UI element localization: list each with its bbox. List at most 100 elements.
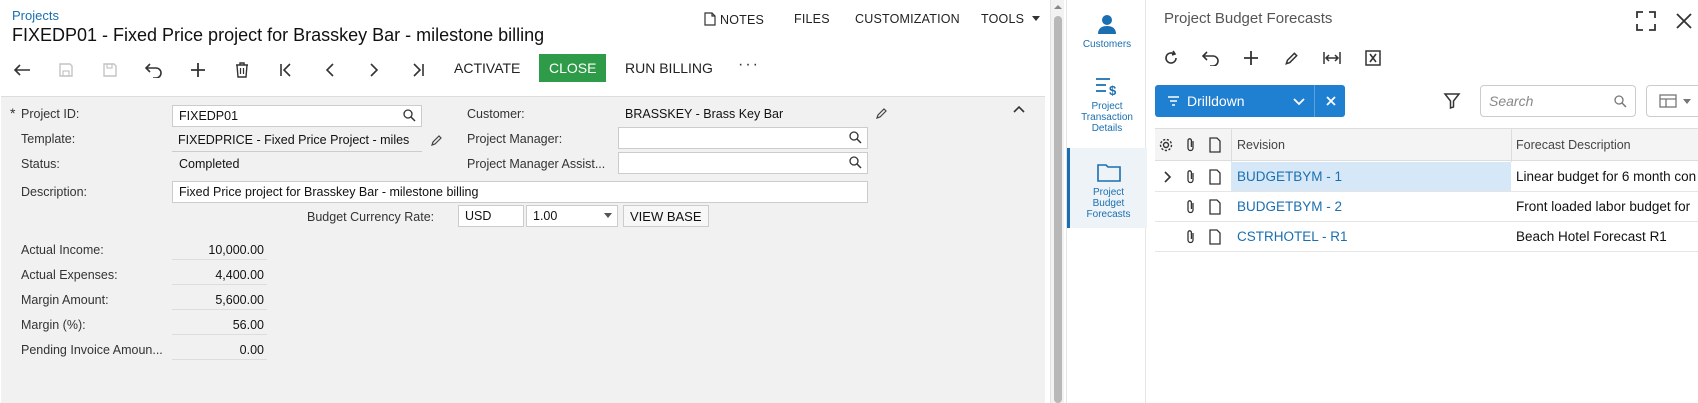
template-label: Template: <box>21 132 76 146</box>
project-id-field[interactable]: FIXEDP01 <box>172 105 422 127</box>
view-base-button[interactable]: VIEW BASE <box>623 205 709 227</box>
budget-forecasts-panel: Project Budget Forecasts Drilldown Searc… <box>1147 0 1698 403</box>
status-label: Status: <box>21 157 60 171</box>
gear-icon[interactable] <box>1158 137 1174 153</box>
close-project-button[interactable]: CLOSE <box>539 54 607 82</box>
side-edit-button[interactable] <box>1279 46 1303 70</box>
first-record-button[interactable] <box>274 58 298 82</box>
run-billing-button[interactable]: RUN BILLING <box>625 60 713 76</box>
paperclip-icon[interactable] <box>1183 199 1199 215</box>
rail-transaction-details[interactable]: $ Project Transaction Details <box>1067 76 1147 136</box>
paperclip-icon[interactable] <box>1183 169 1199 185</box>
grid-col-forecast-description[interactable]: Forecast Description <box>1516 138 1631 152</box>
note-icon[interactable] <box>1207 199 1223 215</box>
edit-pencil-icon <box>1284 51 1298 65</box>
table-row[interactable]: CSTRHOTEL - R1 Beach Hotel Forecast R1 <box>1155 222 1698 252</box>
previous-record-button[interactable] <box>318 58 342 82</box>
fit-columns-button[interactable] <box>1320 46 1344 70</box>
last-record-button[interactable] <box>406 58 430 82</box>
save-button[interactable] <box>98 58 122 82</box>
scroll-up-arrow-icon[interactable] <box>1053 2 1063 12</box>
column-layout-button[interactable] <box>1646 85 1698 117</box>
project-manager-assistant-field[interactable] <box>618 152 868 174</box>
customization-button[interactable]: CUSTOMIZATION <box>855 12 960 26</box>
files-button[interactable]: FILES <box>794 12 830 26</box>
undo-button[interactable] <box>142 58 166 82</box>
delete-button[interactable] <box>230 58 254 82</box>
chevron-up-icon[interactable] <box>1011 101 1027 117</box>
page-title: FIXEDP01 - Fixed Price project for Brass… <box>12 25 545 45</box>
description-label: Description: <box>21 185 87 199</box>
drilldown-separator <box>1314 85 1315 117</box>
pending-invoice-value: 0.00 <box>239 343 264 357</box>
rail-budget-line-1: Project <box>1092 187 1125 198</box>
grid-col-revision[interactable]: Revision <box>1237 138 1285 152</box>
search-icon[interactable] <box>403 109 416 122</box>
revision-link[interactable]: BUDGETBYM - 1 <box>1237 169 1342 184</box>
caret-down-icon <box>1031 16 1040 21</box>
side-undo-button[interactable] <box>1199 46 1223 70</box>
activate-button[interactable]: ACTIVATE <box>454 60 520 76</box>
search-input[interactable] <box>1489 93 1609 109</box>
paperclip-icon[interactable] <box>1183 229 1199 245</box>
actual-expenses-label: Actual Expenses: <box>21 268 118 282</box>
rail-customers[interactable]: Customers <box>1067 14 1147 54</box>
template-field[interactable]: FIXEDPRICE - Fixed Price Project - miles <box>172 130 422 152</box>
project-form-area: Projects FIXEDP01 - Fixed Price project … <box>0 0 1048 403</box>
save-close-button[interactable] <box>54 58 78 82</box>
refresh-button[interactable] <box>1159 46 1183 70</box>
main-toolbar: ACTIVATE CLOSE RUN BILLING ··· <box>0 52 1048 86</box>
search-box[interactable] <box>1480 85 1636 117</box>
rate-field[interactable]: 1.00 <box>526 205 618 227</box>
table-row[interactable]: BUDGETBYM - 1 Linear budget for 6 month … <box>1155 162 1698 192</box>
table-row[interactable]: BUDGETBYM - 2 Front loaded labor budget … <box>1155 192 1698 222</box>
table-columns-icon <box>1659 94 1677 108</box>
revision-link[interactable]: BUDGETBYM - 2 <box>1237 199 1342 214</box>
last-icon <box>413 63 424 77</box>
close-icon[interactable] <box>1673 10 1695 32</box>
edit-pencil-icon[interactable] <box>875 107 888 120</box>
template-value: FIXEDPRICE - Fixed Price Project - miles <box>178 133 410 147</box>
search-icon[interactable] <box>849 156 862 169</box>
scrollbar-thumb[interactable] <box>1054 16 1062 403</box>
side-add-button[interactable] <box>1239 46 1263 70</box>
forecast-description: Beach Hotel Forecast R1 <box>1516 229 1667 244</box>
chevron-right-icon[interactable] <box>1159 169 1175 185</box>
drilldown-label: Drilldown <box>1187 93 1245 109</box>
notes-button[interactable]: NOTES <box>704 12 764 27</box>
next-record-button[interactable] <box>362 58 386 82</box>
search-icon[interactable] <box>849 131 862 144</box>
notes-label: NOTES <box>720 13 765 27</box>
save-close-icon <box>59 63 73 77</box>
rail-budget-forecasts[interactable]: Project Budget Forecasts <box>1067 148 1147 228</box>
main-scrollbar[interactable] <box>1050 0 1064 403</box>
search-icon[interactable] <box>1614 95 1627 108</box>
filter-icon[interactable] <box>1442 91 1462 111</box>
clear-drilldown-button[interactable] <box>1317 85 1345 117</box>
refresh-icon <box>1165 50 1177 64</box>
export-excel-button[interactable] <box>1361 46 1385 70</box>
revision-link[interactable]: CSTRHOTEL - R1 <box>1237 229 1348 244</box>
edit-pencil-icon[interactable] <box>430 134 443 147</box>
maximize-icon[interactable] <box>1635 10 1657 32</box>
note-icon <box>704 12 716 26</box>
breadcrumb[interactable]: Projects <box>12 8 59 23</box>
project-manager-field[interactable] <box>618 127 868 149</box>
description-field[interactable]: Fixed Price project for Brasskey Bar - m… <box>172 181 868 203</box>
caret-down-icon <box>604 213 612 218</box>
note-icon[interactable] <box>1207 169 1223 185</box>
forecast-description: Linear budget for 6 month con <box>1516 169 1697 184</box>
project-manager-label: Project Manager: <box>467 132 563 146</box>
tools-button[interactable]: TOOLS <box>981 12 1044 26</box>
close-icon <box>1326 96 1336 106</box>
more-actions-button[interactable]: ··· <box>738 56 760 74</box>
folder-icon <box>1096 164 1121 182</box>
drilldown-filter-button[interactable]: Drilldown <box>1155 85 1345 117</box>
back-button[interactable] <box>10 58 34 82</box>
currency-field[interactable]: USD <box>458 205 524 227</box>
budget-currency-rate-label: Budget Currency Rate: <box>307 210 435 224</box>
add-button[interactable] <box>186 58 210 82</box>
chevron-down-icon[interactable] <box>1293 98 1305 106</box>
note-icon[interactable] <box>1207 229 1223 245</box>
plus-icon <box>1244 51 1258 65</box>
